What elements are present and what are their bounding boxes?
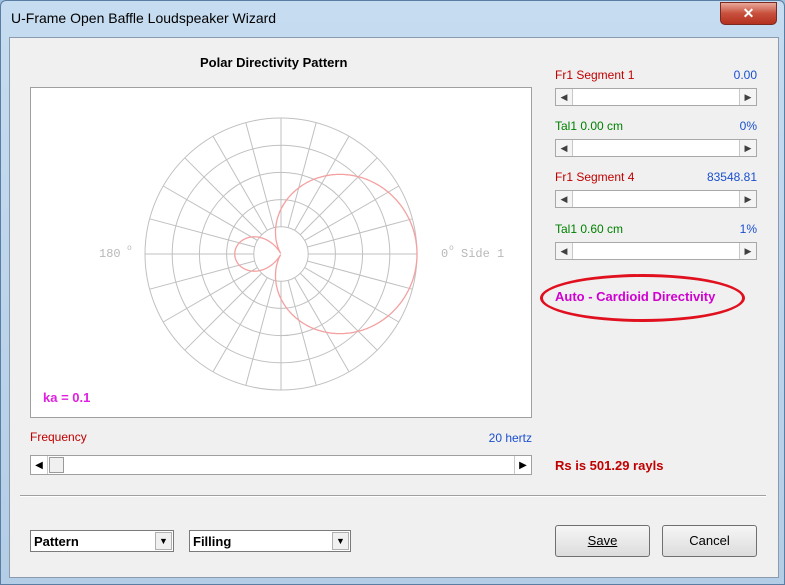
dialog-window: U-Frame Open Baffle Loudspeaker Wizard ✕… — [0, 0, 785, 585]
slider-fr1-seg1[interactable]: ◀ ▶ — [555, 88, 757, 106]
grid-spoke — [184, 157, 263, 236]
grid-spoke — [162, 185, 258, 241]
grid-spoke — [212, 135, 268, 231]
degree-mark-left: o — [127, 244, 132, 253]
slider-left-arrow-icon[interactable]: ◀ — [556, 243, 573, 259]
grid-spoke — [287, 280, 317, 386]
rs-status: Rs is 501.29 rayls — [555, 458, 664, 473]
plot-title: Polar Directivity Pattern — [200, 55, 348, 70]
title-bar[interactable]: U-Frame Open Baffle Loudspeaker Wizard ✕ — [1, 1, 784, 35]
chevron-down-icon[interactable]: ▼ — [155, 532, 172, 550]
slider-fr1-seg4[interactable]: ◀ ▶ — [555, 190, 757, 208]
grid-spoke — [304, 185, 400, 241]
polar-grid — [144, 117, 418, 391]
window-title: U-Frame Open Baffle Loudspeaker Wizard — [11, 10, 277, 26]
degree-mark-right: o — [449, 244, 454, 253]
slider-right-arrow-icon[interactable]: ▶ — [739, 191, 756, 207]
slider-left-arrow-icon[interactable]: ◀ — [556, 89, 573, 105]
pattern-select[interactable]: Pattern ▼ — [30, 530, 174, 552]
grid-spoke — [162, 267, 258, 323]
control-label-tal1-a: Tal1 0.00 cm — [555, 119, 624, 133]
save-button-label: Save — [587, 533, 618, 548]
grid-spoke — [212, 277, 268, 373]
angle-label-0: 0 — [441, 247, 448, 261]
scroll-right-arrow-icon[interactable]: ▶ — [514, 456, 531, 474]
save-button[interactable]: Save — [555, 525, 650, 557]
grid-spoke — [294, 277, 350, 373]
slider-right-arrow-icon[interactable]: ▶ — [739, 89, 756, 105]
grid-spoke — [184, 272, 263, 351]
side-label: Side 1 — [461, 247, 504, 261]
grid-spoke — [299, 157, 378, 236]
frequency-label: Frequency — [30, 430, 87, 444]
control-value-tal1-a: 0% — [739, 119, 757, 133]
mode-status: Auto - Cardioid Directivity — [555, 289, 716, 304]
grid-spoke — [294, 135, 350, 231]
frequency-scroll-thumb[interactable] — [49, 457, 64, 473]
control-label-fr1-seg4: Fr1 Segment 4 — [555, 170, 635, 184]
divider — [20, 495, 766, 497]
control-value-fr1-seg4: 83548.81 — [706, 170, 757, 184]
slider-tal1-b[interactable]: ◀ ▶ — [555, 242, 757, 260]
pattern-select-value: Pattern — [34, 534, 79, 549]
control-label-tal1-b: Tal1 0.60 cm — [555, 222, 624, 236]
frequency-value: 20 hertz — [488, 431, 532, 445]
grid-spoke — [307, 260, 413, 290]
slider-tal1-a[interactable]: ◀ ▶ — [555, 139, 757, 157]
slider-left-arrow-icon[interactable]: ◀ — [556, 140, 573, 156]
cancel-button[interactable]: Cancel — [662, 525, 757, 557]
grid-spoke — [287, 122, 317, 228]
control-label-fr1-seg1: Fr1 Segment 1 — [555, 68, 635, 82]
scroll-left-arrow-icon[interactable]: ◀ — [31, 456, 48, 474]
grid-ring — [253, 226, 309, 282]
client-area: Polar Directivity Pattern 180 o 0 o Side… — [9, 37, 779, 578]
control-value-tal1-b: 1% — [739, 222, 757, 236]
slider-right-arrow-icon[interactable]: ▶ — [739, 243, 756, 259]
polar-plot: 180 o 0 o Side 1 ka = 0.1 — [30, 87, 532, 418]
filling-select-value: Filling — [193, 534, 232, 549]
grid-spoke — [245, 280, 275, 386]
chevron-down-icon[interactable]: ▼ — [332, 532, 349, 550]
close-button[interactable]: ✕ — [720, 2, 777, 25]
grid-spoke — [245, 122, 275, 228]
ka-value: ka = 0.1 — [43, 390, 91, 405]
slider-right-arrow-icon[interactable]: ▶ — [739, 140, 756, 156]
angle-label-180: 180 — [99, 247, 121, 261]
slider-left-arrow-icon[interactable]: ◀ — [556, 191, 573, 207]
filling-select[interactable]: Filling ▼ — [189, 530, 351, 552]
polar-chart: 180 o 0 o Side 1 — [99, 117, 504, 391]
frequency-scrollbar[interactable]: ◀ ▶ — [30, 455, 532, 475]
grid-spoke — [307, 218, 413, 248]
grid-spoke — [304, 267, 400, 323]
control-value-fr1-seg1: 0.00 — [733, 68, 757, 82]
grid-spoke — [299, 272, 378, 351]
